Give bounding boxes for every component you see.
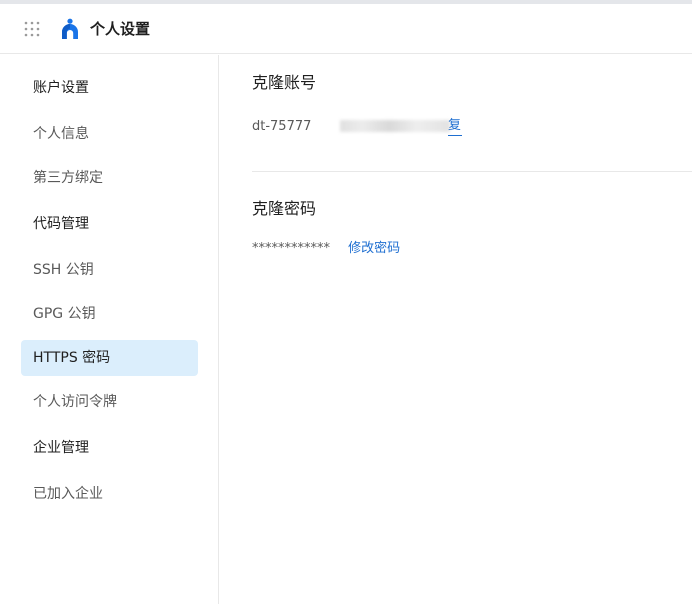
clone-password-title: 克隆密码 (252, 199, 317, 218)
header-bar: 个人设置 (0, 4, 692, 54)
sidebar-item-label: 账户设置 (33, 80, 89, 96)
redacted-block (340, 120, 450, 132)
sidebar-item-personal-info[interactable]: 个人信息 (21, 116, 198, 152)
sidebar-item-personal-access-tokens[interactable]: 个人访问令牌 (21, 384, 198, 420)
sidebar-item-gpg-keys[interactable]: GPG 公钥 (21, 296, 198, 332)
clone-password-row: ************ 修改密码 (252, 239, 400, 259)
sidebar-item-label: 第三方绑定 (33, 170, 103, 186)
sidebar-item-label: HTTPS 密码 (33, 350, 111, 366)
app-logo-icon[interactable] (60, 18, 80, 40)
sidebar: 账户设置 个人信息 第三方绑定 代码管理 SSH 公钥 GPG 公钥 HTTPS… (0, 55, 219, 604)
sidebar-item-label: SSH 公钥 (33, 262, 94, 278)
sidebar-item-label: 代码管理 (33, 216, 89, 232)
grid-dots-icon[interactable] (24, 21, 40, 37)
sidebar-item-label: GPG 公钥 (33, 306, 96, 322)
sidebar-item-label: 个人访问令牌 (33, 394, 117, 410)
sidebar-item-ssh-keys[interactable]: SSH 公钥 (21, 252, 198, 288)
clone-account-row: dt-75777 复 (252, 117, 462, 137)
sidebar-group-account-settings: 账户设置 (21, 70, 198, 106)
sidebar-item-label: 企业管理 (33, 440, 89, 456)
copy-account-link[interactable]: 复 (448, 117, 462, 136)
sidebar-item-joined-enterprises[interactable]: 已加入企业 (21, 476, 198, 512)
change-password-link[interactable]: 修改密码 (348, 241, 400, 256)
masked-password: ************ (252, 241, 330, 256)
sidebar-group-enterprise-management: 企业管理 (21, 430, 198, 466)
clone-account-value: dt-75777 (252, 119, 312, 134)
section-divider (252, 171, 692, 172)
page-title: 个人设置 (90, 20, 151, 38)
main-content: 克隆账号 dt-75777 复 克隆密码 ************ 修改密码 (220, 55, 692, 604)
sidebar-item-label: 已加入企业 (33, 486, 103, 502)
sidebar-item-https-password[interactable]: HTTPS 密码 (21, 340, 198, 376)
sidebar-group-code-management: 代码管理 (21, 206, 198, 242)
sidebar-item-label: 个人信息 (33, 126, 89, 142)
sidebar-item-third-party-binding[interactable]: 第三方绑定 (21, 160, 198, 196)
clone-account-title: 克隆账号 (252, 73, 317, 92)
